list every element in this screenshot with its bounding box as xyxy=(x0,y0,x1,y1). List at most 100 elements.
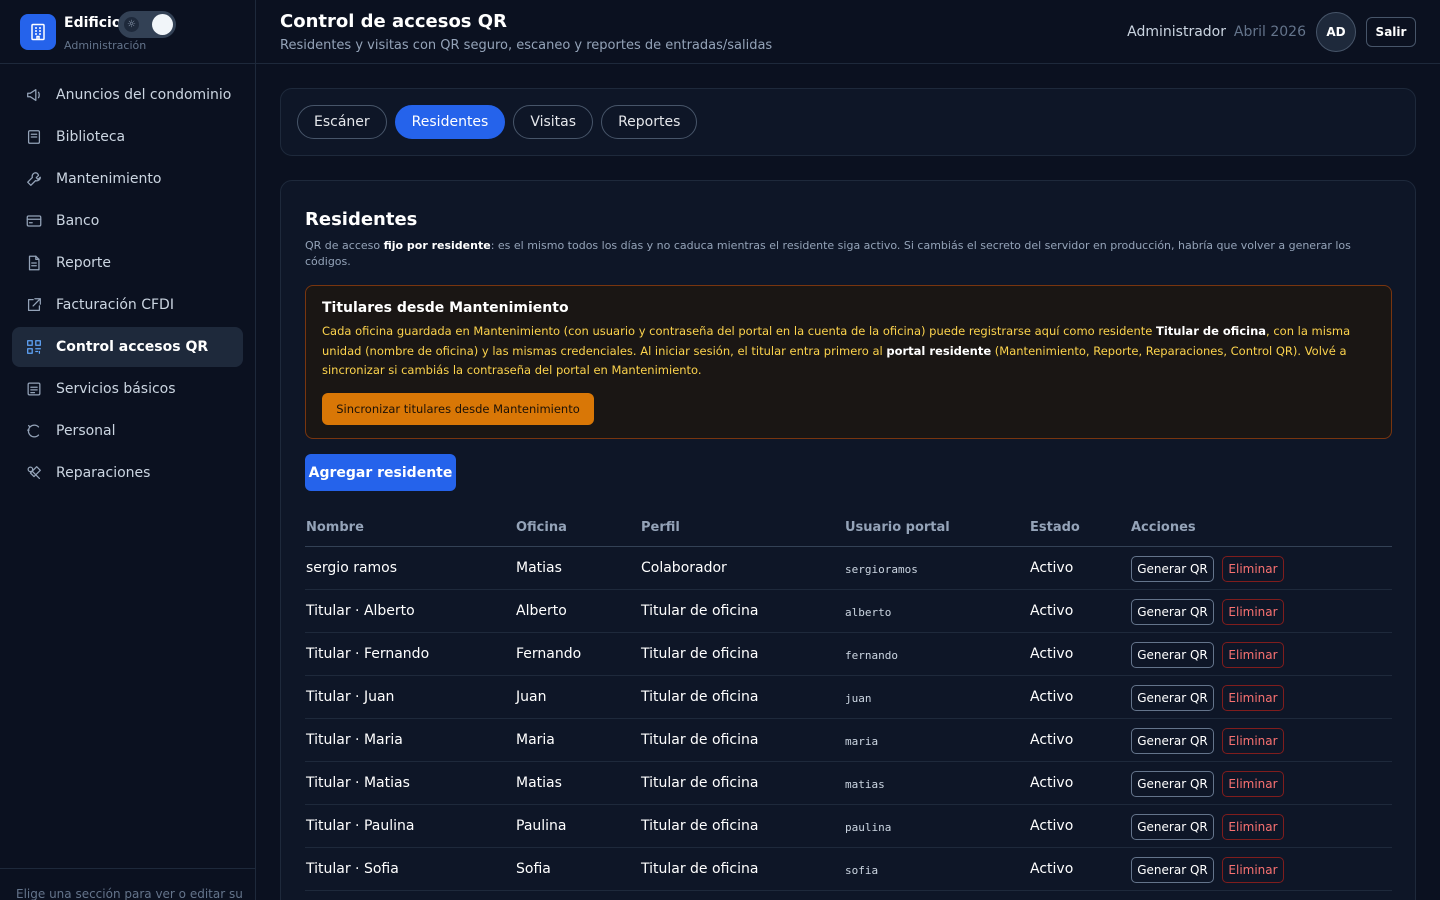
desc-text: QR de acceso xyxy=(305,239,384,252)
table-header: Nombre Oficina Perfil Usuario portal Est… xyxy=(305,511,1392,547)
section-description: QR de acceso fijo por residente: es el m… xyxy=(305,238,1365,270)
cell-estado: Activo xyxy=(1030,689,1074,705)
sidebar-nav: Anuncios del condominio Biblioteca Manteni… xyxy=(12,75,243,495)
top-header: Control de accesos QR Residentes y visit… xyxy=(256,0,1440,64)
cell-perfil: Titular de oficina xyxy=(641,818,759,834)
sidebar-item-3[interactable]: Banco xyxy=(12,201,243,241)
generate-qr-button[interactable]: Generar QR xyxy=(1131,814,1214,840)
sidebar-item-0[interactable]: Anuncios del condominio xyxy=(12,75,243,115)
wrench-icon xyxy=(24,169,44,189)
desc-bold: fijo por residente xyxy=(383,239,491,252)
cell-oficina: Sofia xyxy=(516,861,551,877)
cell-perfil: Colaborador xyxy=(641,560,727,576)
sidebar-item-label: Personal xyxy=(56,423,116,439)
generate-qr-button[interactable]: Generar QR xyxy=(1131,642,1214,668)
sidebar-item-8[interactable]: Personal xyxy=(12,411,243,451)
tab-3[interactable]: Reportes xyxy=(601,105,698,139)
notice-body: Cada oficina guardada en Mantenimiento (… xyxy=(322,322,1372,381)
sidebar-item-label: Control accesos QR xyxy=(56,339,209,355)
table-row: Titular · Paulina Paulina Titular de ofici… xyxy=(305,805,1392,848)
cell-usuario: sergioramos xyxy=(845,563,918,576)
book-icon xyxy=(24,127,44,147)
page-title: Control de accesos QR xyxy=(280,11,507,32)
tab-2[interactable]: Visitas xyxy=(513,105,594,139)
notice-title: Titulares desde Mantenimiento xyxy=(322,300,569,316)
sun-icon: ☼ xyxy=(124,17,139,32)
cell-perfil: Titular de oficina xyxy=(641,646,759,662)
generate-qr-button[interactable]: Generar QR xyxy=(1131,556,1214,582)
sync-button[interactable]: Sincronizar titulares desde Mantenimient… xyxy=(322,393,594,425)
cell-oficina: Maria xyxy=(516,732,555,748)
delete-button[interactable]: Eliminar xyxy=(1222,728,1284,754)
tools-icon xyxy=(24,463,44,483)
delete-button[interactable]: Eliminar xyxy=(1222,814,1284,840)
sidebar-item-7[interactable]: Servicios básicos xyxy=(12,369,243,409)
delete-button[interactable]: Eliminar xyxy=(1222,857,1284,883)
table-body: sergio ramos Matias Colaborador sergioramos… xyxy=(305,547,1392,891)
delete-button[interactable]: Eliminar xyxy=(1222,556,1284,582)
document-icon xyxy=(24,253,44,273)
card-icon xyxy=(24,211,44,231)
delete-button[interactable]: Eliminar xyxy=(1222,685,1284,711)
residents-table: Nombre Oficina Perfil Usuario portal Est… xyxy=(305,511,1392,891)
sidebar-item-label: Biblioteca xyxy=(56,129,126,145)
cell-oficina: Matias xyxy=(516,775,562,791)
toggle-knob xyxy=(152,14,173,35)
grid-icon xyxy=(24,337,44,357)
cell-nombre: sergio ramos xyxy=(306,560,398,576)
page-subtitle: Residentes y visitas con QR seguro, esca… xyxy=(280,38,773,53)
sidebar-item-label: Mantenimiento xyxy=(56,171,162,187)
generate-qr-button[interactable]: Generar QR xyxy=(1131,599,1214,625)
cell-usuario: juan xyxy=(845,692,872,705)
brand-name: Edificio xyxy=(64,15,122,31)
external-edit-icon xyxy=(24,295,44,315)
residents-card: Residentes QR de acceso fijo por residen… xyxy=(280,180,1416,900)
delete-button[interactable]: Eliminar xyxy=(1222,599,1284,625)
loader-icon xyxy=(24,421,44,441)
avatar[interactable]: AD xyxy=(1316,12,1356,52)
tabs-card: Escáner Residentes Visitas Reportes xyxy=(280,88,1416,156)
megaphone-icon xyxy=(24,85,44,105)
sidebar: Edificio Administración ☼ Anuncios del c… xyxy=(0,0,256,900)
add-resident-button[interactable]: Agregar residente xyxy=(305,454,456,491)
building-icon xyxy=(20,14,56,50)
tab-0[interactable]: Escáner xyxy=(297,105,387,139)
generate-qr-button[interactable]: Generar QR xyxy=(1131,728,1214,754)
sidebar-item-label: Reparaciones xyxy=(56,465,151,481)
notice-bold-2: portal residente xyxy=(886,343,992,358)
list-icon xyxy=(24,379,44,399)
table-row: Titular · Maria Maria Titular de oficina ma… xyxy=(305,719,1392,762)
sidebar-item-1[interactable]: Biblioteca xyxy=(12,117,243,157)
sidebar-footer: Elige una sección para ver o editar su xyxy=(0,868,256,900)
cell-estado: Activo xyxy=(1030,818,1074,834)
generate-qr-button[interactable]: Generar QR xyxy=(1131,771,1214,797)
cell-estado: Activo xyxy=(1030,861,1074,877)
sidebar-item-6[interactable]: Control accesos QR xyxy=(12,327,243,367)
cell-perfil: Titular de oficina xyxy=(641,775,759,791)
sidebar-item-2[interactable]: Mantenimiento xyxy=(12,159,243,199)
sidebar-item-4[interactable]: Reporte xyxy=(12,243,243,283)
delete-button[interactable]: Eliminar xyxy=(1222,771,1284,797)
user-role: Administrador xyxy=(1127,24,1226,40)
brand-subtitle: Administración xyxy=(64,39,147,52)
cell-perfil: Titular de oficina xyxy=(641,689,759,705)
tab-1[interactable]: Residentes xyxy=(394,105,506,139)
cell-nombre: Titular · Alberto xyxy=(306,603,415,619)
sidebar-item-label: Banco xyxy=(56,213,100,229)
cell-perfil: Titular de oficina xyxy=(641,732,759,748)
sidebar-item-5[interactable]: Facturación CFDI xyxy=(12,285,243,325)
delete-button[interactable]: Eliminar xyxy=(1222,642,1284,668)
sidebar-item-9[interactable]: Reparaciones xyxy=(12,453,243,493)
cell-usuario: alberto xyxy=(845,606,892,619)
header-oficina: Oficina xyxy=(516,520,567,535)
header-estado: Estado xyxy=(1030,520,1080,535)
cell-estado: Activo xyxy=(1030,646,1074,662)
sidebar-item-label: Facturación CFDI xyxy=(56,297,174,313)
cell-oficina: Alberto xyxy=(516,603,567,619)
logout-button[interactable]: Salir xyxy=(1366,17,1416,47)
generate-qr-button[interactable]: Generar QR xyxy=(1131,857,1214,883)
cell-estado: Activo xyxy=(1030,560,1074,576)
generate-qr-button[interactable]: Generar QR xyxy=(1131,685,1214,711)
theme-toggle[interactable]: ☼ xyxy=(118,11,176,38)
header-perfil: Perfil xyxy=(641,520,680,535)
